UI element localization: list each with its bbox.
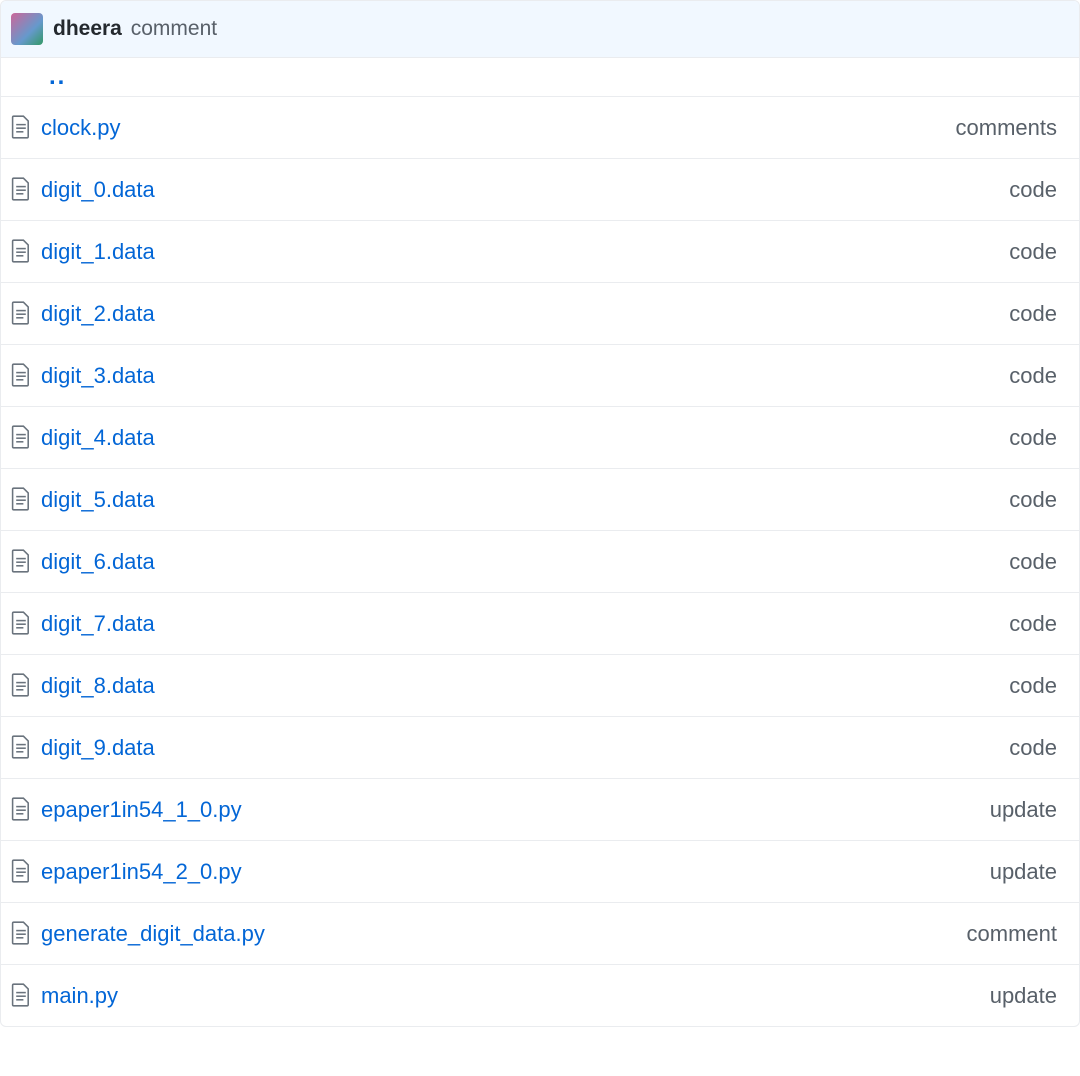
file-commit-message[interactable]: code: [1009, 359, 1069, 392]
file-icon: [11, 363, 41, 387]
file-name-link[interactable]: digit_6.data: [41, 545, 155, 578]
file-row: digit_5.data code: [1, 469, 1079, 531]
file-name-link[interactable]: digit_5.data: [41, 483, 155, 516]
file-commit-message[interactable]: code: [1009, 545, 1069, 578]
file-icon: [11, 239, 41, 263]
file-commit-message[interactable]: code: [1009, 669, 1069, 702]
file-name-link[interactable]: digit_8.data: [41, 669, 155, 702]
file-row: digit_8.data code: [1, 655, 1079, 717]
file-icon: [11, 797, 41, 821]
file-icon: [11, 177, 41, 201]
file-commit-message[interactable]: comment: [967, 917, 1069, 950]
file-icon: [11, 115, 41, 139]
file-listing-container: dheera comment .. clock.py comments digit_…: [0, 0, 1080, 1027]
file-row: main.py update: [1, 965, 1079, 1026]
latest-commit-message[interactable]: comment: [131, 17, 217, 40]
file-commit-message[interactable]: code: [1009, 421, 1069, 454]
file-row: digit_9.data code: [1, 717, 1079, 779]
file-icon: [11, 673, 41, 697]
file-name-link[interactable]: clock.py: [41, 111, 120, 144]
file-icon: [11, 425, 41, 449]
file-commit-message[interactable]: code: [1009, 173, 1069, 206]
file-icon: [11, 301, 41, 325]
parent-directory-row[interactable]: ..: [1, 58, 1079, 97]
file-row: digit_6.data code: [1, 531, 1079, 593]
file-commit-message[interactable]: update: [990, 793, 1069, 826]
file-row: generate_digit_data.py comment: [1, 903, 1079, 965]
file-name-link[interactable]: digit_7.data: [41, 607, 155, 640]
file-commit-message[interactable]: update: [990, 979, 1069, 1012]
file-row: digit_3.data code: [1, 345, 1079, 407]
file-commit-message[interactable]: code: [1009, 235, 1069, 268]
file-icon: [11, 983, 41, 1007]
file-name-link[interactable]: digit_3.data: [41, 359, 155, 392]
file-icon: [11, 611, 41, 635]
file-icon: [11, 921, 41, 945]
file-name-link[interactable]: digit_2.data: [41, 297, 155, 330]
file-name-link[interactable]: generate_digit_data.py: [41, 917, 265, 950]
file-name-link[interactable]: digit_1.data: [41, 235, 155, 268]
file-row: digit_1.data code: [1, 221, 1079, 283]
file-icon: [11, 487, 41, 511]
file-name-link[interactable]: digit_4.data: [41, 421, 155, 454]
author-link[interactable]: dheera: [53, 17, 122, 40]
file-row: digit_4.data code: [1, 407, 1079, 469]
parent-directory-link[interactable]: ..: [49, 72, 66, 82]
file-icon: [11, 859, 41, 883]
file-row: digit_7.data code: [1, 593, 1079, 655]
file-commit-message[interactable]: code: [1009, 607, 1069, 640]
file-commit-message[interactable]: code: [1009, 297, 1069, 330]
file-name-link[interactable]: epaper1in54_2_0.py: [41, 855, 242, 888]
file-commit-message[interactable]: update: [990, 855, 1069, 888]
latest-commit-header: dheera comment: [1, 1, 1079, 58]
file-name-link[interactable]: digit_9.data: [41, 731, 155, 764]
file-commit-message[interactable]: code: [1009, 483, 1069, 516]
file-row: digit_2.data code: [1, 283, 1079, 345]
file-icon: [11, 735, 41, 759]
file-commit-message[interactable]: code: [1009, 731, 1069, 764]
file-name-link[interactable]: main.py: [41, 979, 118, 1012]
file-commit-message[interactable]: comments: [956, 111, 1069, 144]
author-avatar[interactable]: [11, 13, 43, 45]
file-row: clock.py comments: [1, 97, 1079, 159]
file-row: epaper1in54_1_0.py update: [1, 779, 1079, 841]
file-row: epaper1in54_2_0.py update: [1, 841, 1079, 903]
file-icon: [11, 549, 41, 573]
file-name-link[interactable]: digit_0.data: [41, 173, 155, 206]
file-row: digit_0.data code: [1, 159, 1079, 221]
file-name-link[interactable]: epaper1in54_1_0.py: [41, 793, 242, 826]
